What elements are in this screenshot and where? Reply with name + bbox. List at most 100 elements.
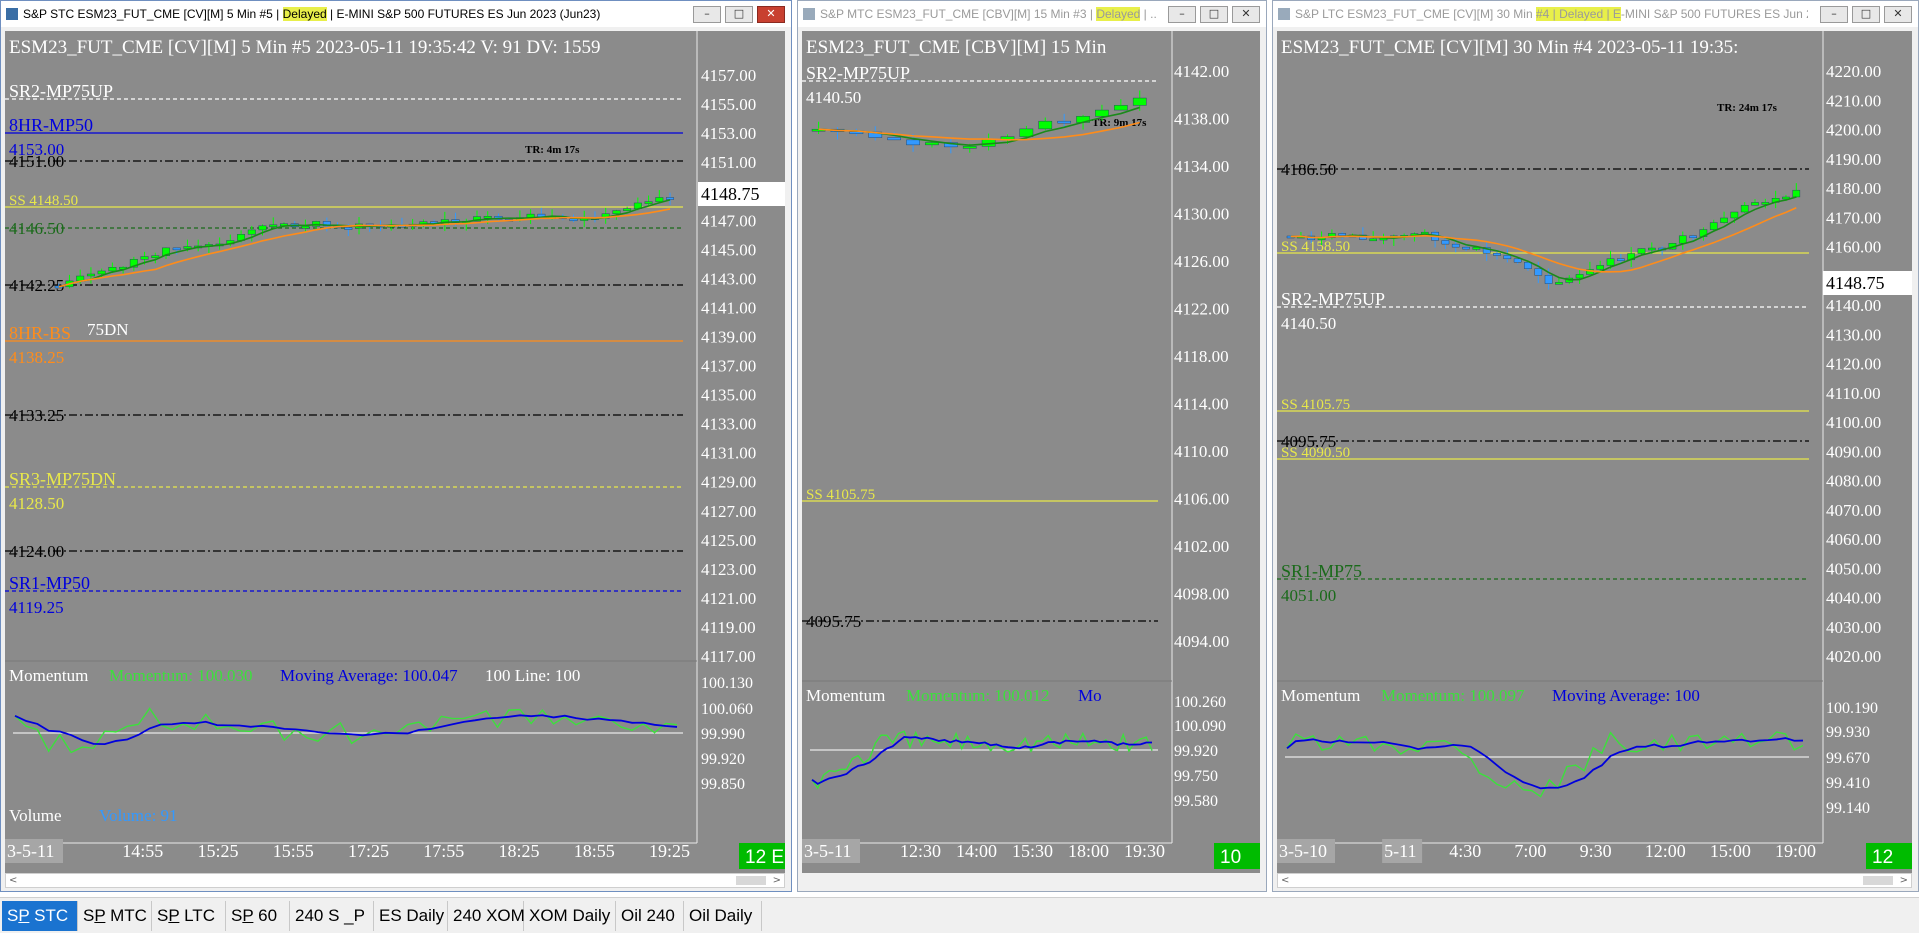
price-axis-tick: 4121.00	[701, 589, 756, 608]
candle-body	[172, 247, 181, 251]
window-titlebar-mtc[interactable]: S&P MTC ESM23_FUT_CME [CBV][M] 15 Min #3…	[798, 1, 1266, 27]
time-axis-label: 9:30	[1580, 841, 1612, 861]
price-axis-tick: 4114.00	[1174, 395, 1229, 414]
minimize-button[interactable]: –	[693, 6, 721, 23]
candle-body	[666, 197, 674, 200]
horizontal-scrollbar[interactable]: < >	[1277, 873, 1912, 888]
price-chart-ltc[interactable]: ESM23_FUT_CME [CV][M] 30 Min #4 2023-05-…	[1277, 31, 1912, 873]
scroll-left-icon[interactable]: <	[9, 874, 17, 887]
price-axis-tick: 4133.00	[701, 415, 756, 434]
moving-average-value: Moving Average: 100	[1552, 686, 1700, 705]
momentum-axis-tick: 100.060	[701, 701, 753, 718]
window-titlebar-ltc[interactable]: S&P LTC ESM23_FUT_CME [CV][M] 30 Min #4 …	[1273, 1, 1918, 27]
level-value: 4142.25	[9, 276, 64, 295]
time-axis-label: 15:00	[1710, 841, 1751, 861]
price-axis-tick: 4220.00	[1826, 62, 1881, 81]
price-axis-tick: 4020.00	[1826, 647, 1881, 666]
workspace-tab[interactable]: SP LTC	[152, 901, 226, 931]
price-axis-tick: 4050.00	[1826, 559, 1881, 578]
time-axis-label: 7:00	[1514, 841, 1546, 861]
candle-body	[1338, 233, 1347, 236]
workspace-tab[interactable]: Oil 240	[616, 901, 684, 931]
level-name: SR3-MP75DN	[9, 469, 116, 489]
level-name: SS 4158.50	[1281, 239, 1350, 255]
chart-header: ESM23_FUT_CME [CBV][M] 15 Min	[806, 37, 1107, 58]
minimize-button[interactable]: –	[1168, 6, 1196, 23]
candle-body	[1709, 222, 1718, 230]
tab-label-accel: P	[18, 906, 30, 925]
momentum-axis-tick: 100.130	[701, 675, 753, 692]
workspace-tab[interactable]: 240 S _P	[290, 901, 374, 931]
window-titlebar-stc[interactable]: S&P STC ESM23_FUT_CME [CV][M] 5 Min #5 |…	[1, 1, 791, 27]
scroll-left-icon[interactable]: <	[1281, 874, 1289, 887]
maximize-button[interactable]: □	[1852, 6, 1880, 23]
level-name: 8HR-BS	[9, 323, 71, 343]
price-chart-stc[interactable]: ESM23_FUT_CME [CV][M] 5 Min #5 2023-05-1…	[5, 31, 785, 873]
candle-body	[1720, 217, 1728, 223]
minimize-button[interactable]: –	[1820, 6, 1848, 23]
moving-average-value: Moving Average: 100.047	[280, 666, 458, 685]
candle-body	[612, 210, 621, 214]
workspace-tab-bar: SP STC SP MTC SP LTC SP 60 240 S _P ES Daily 2…	[0, 897, 1919, 933]
price-axis-tick: 4119.00	[701, 618, 756, 637]
tab-label: S	[231, 906, 243, 925]
close-button[interactable]: ✕	[1884, 6, 1912, 23]
tab-label: 240 S _P	[295, 906, 365, 925]
level-sub: 75DN	[87, 320, 129, 339]
horizontal-scrollbar[interactable]: < >	[5, 873, 785, 888]
candle-body	[344, 227, 353, 230]
time-axis-label: 15:30	[1012, 841, 1053, 861]
price-axis-tick: 4130.00	[1826, 325, 1881, 344]
price-axis-tick: 4134.00	[1174, 157, 1229, 176]
chart-canvas[interactable]: ESM23_FUT_CME [CBV][M] 15 MinTR: 9m 17s4…	[802, 31, 1260, 873]
momentum-label: Momentum	[1281, 686, 1360, 705]
candle-body	[258, 225, 267, 231]
workspace-tab[interactable]: ES Daily	[374, 901, 448, 931]
level-value: 4186.50	[1281, 160, 1336, 179]
scroll-thumb[interactable]	[736, 876, 766, 885]
workspace-tab[interactable]: SP STC	[2, 901, 78, 931]
scroll-thumb[interactable]	[1863, 876, 1893, 885]
price-axis-tick: 4155.00	[701, 95, 756, 114]
workspace-tab[interactable]: Oil Daily	[684, 901, 762, 931]
price-axis-tick: 4102.00	[1174, 537, 1229, 556]
scroll-right-icon[interactable]: >	[1900, 874, 1908, 887]
price-axis-tick: 4110.00	[1174, 442, 1229, 461]
level-name: SS 4090.50	[1281, 445, 1350, 461]
close-button[interactable]: ✕	[1232, 6, 1260, 23]
price-axis-tick: 4130.00	[1174, 205, 1229, 224]
candle-body	[1678, 235, 1687, 244]
scroll-right-icon[interactable]: >	[773, 874, 781, 887]
level-name: SS 4148.50	[9, 193, 78, 209]
title-suffix: -MINI S&P 500 FUTURES ES Jun 2...	[1620, 7, 1808, 21]
candle-body	[1751, 202, 1759, 206]
candle-body	[151, 255, 160, 258]
chart-canvas[interactable]: ESM23_FUT_CME [CV][M] 30 Min #4 2023-05-…	[1277, 31, 1912, 873]
workspace-tab[interactable]: SP 60	[226, 901, 290, 931]
momentum-axis-tick: 99.990	[701, 726, 745, 743]
candle-body	[655, 197, 664, 202]
tab-label: Oil Daily	[689, 906, 753, 925]
workspace-tab[interactable]: XOM Daily	[524, 901, 616, 931]
maximize-button[interactable]: □	[1200, 6, 1228, 23]
momentum-axis-tick: 99.920	[701, 751, 745, 768]
level-name: SR2-MP75UP	[9, 81, 113, 101]
close-button[interactable]: ✕	[757, 6, 785, 23]
momentum-label: Momentum	[9, 666, 88, 685]
candle-body	[644, 201, 653, 204]
maximize-button[interactable]: □	[725, 6, 753, 23]
candle-body	[1792, 189, 1801, 198]
price-axis-tick: 4117.00	[701, 647, 756, 666]
tab-label: MTC	[105, 906, 147, 925]
price-axis-tick: 4098.00	[1174, 585, 1229, 604]
chart-canvas[interactable]: ESM23_FUT_CME [CV][M] 5 Min #5 2023-05-1…	[5, 31, 785, 873]
price-axis-tick: 4120.00	[1826, 355, 1881, 374]
moving-average-value: Mo	[1078, 686, 1102, 705]
workspace-tab[interactable]: 240 XOM	[448, 901, 525, 931]
time-axis-label: 18:00	[1068, 841, 1109, 861]
workspace-tab[interactable]: SP MTC	[78, 901, 152, 931]
app-icon	[803, 8, 815, 20]
price-axis-tick: 4138.00	[1174, 110, 1229, 129]
momentum-value: Momentum: 100.030	[109, 666, 253, 685]
price-chart-mtc[interactable]: ESM23_FUT_CME [CBV][M] 15 Min TR: 9m 17s 4…	[802, 31, 1260, 873]
